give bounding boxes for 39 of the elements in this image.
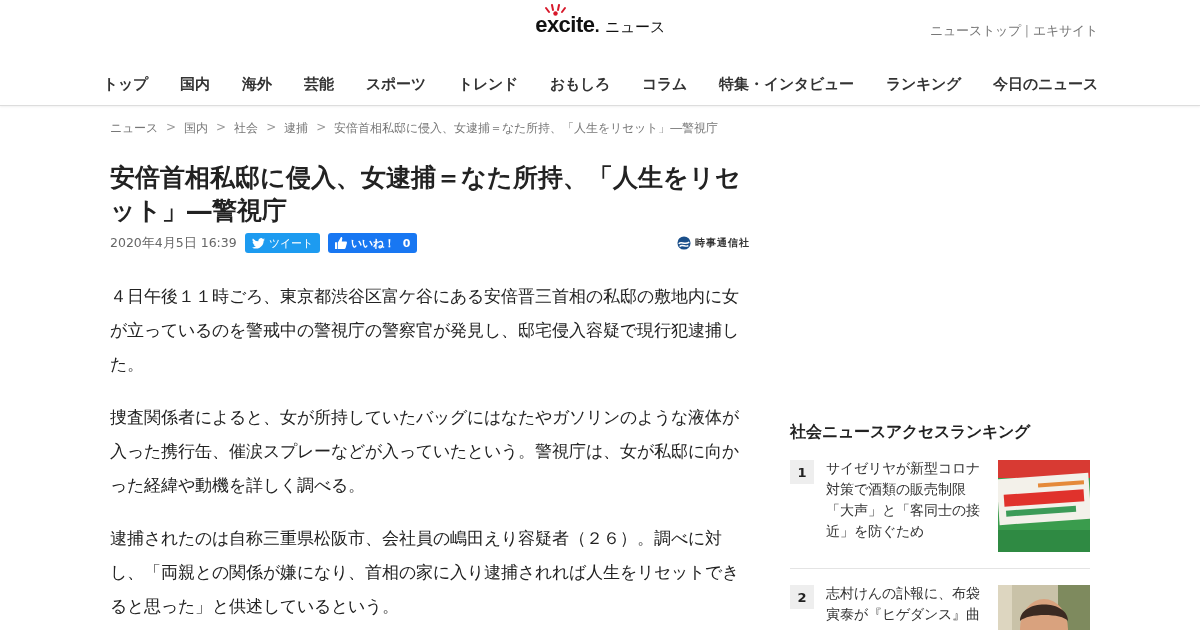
rank-number: 1 [790,460,814,484]
breadcrumb-separator: > [216,120,227,136]
nav-link[interactable]: トップ [102,75,148,94]
source-name: 時事通信社 [695,236,750,250]
article-paragraph: 捜査関係者によると、女が所持していたバッグにはなたやガソリンのような液体が入った携行缶、催涙スプレーなどが入っていたという。警視庁は、女が私邸に向かった経緯や動機を詳しく調べる。 [110,406,740,497]
nav-link[interactable]: 海外 [241,75,272,94]
breadcrumb-link[interactable]: ニュース [110,120,158,137]
article-paragraph: 逮捕されたのは自称三重県松阪市、会社員の嶋田えり容疑者（２６）。調べに対し、「両親との関係が嫌になり、首相の家に入り逮捕されれば人生をリセットできると思った」と供述しているという。 [110,527,740,618]
nav-link[interactable]: 国内 [179,75,210,94]
article-title: 安倍首相私邸に侵入、女逮捕＝なた所持、「人生をリセット」―警視庁 [110,162,742,227]
like-button[interactable]: いいね！ 0 [327,233,418,253]
link-separator: | [1024,23,1029,40]
rank-number: 2 [790,585,814,609]
breadcrumb-link[interactable]: 逮捕 [284,120,309,137]
nav-link[interactable]: おもしろ [549,75,610,94]
bird-icon [251,237,265,249]
thumbs-up-icon [334,237,347,249]
breadcrumb-separator: > [316,120,327,136]
article-paragraph: ４日午後１１時ごろ、東京都渋谷区富ケ谷にある安倍晋三首相の私邸の敷地内に女が立っているのを警戒中の警視庁の警察官が発見し、邸宅侵入容疑で現行犯逮捕した。 [110,285,740,376]
nav-link[interactable]: コラム [641,75,687,94]
sparkle-icon [543,4,568,16]
nav-link[interactable]: 特集・インタビュー [718,75,854,94]
agency-logo-icon [677,236,691,250]
ranking-link[interactable]: サイゼリヤが新型コロナ対策で酒類の販売制限「大声」と「客同士の接近」を防ぐため [826,458,986,542]
nav-link[interactable]: 芸能 [303,75,334,94]
site-logo[interactable]: excite. ニュース [535,4,665,38]
nav-link[interactable]: 今日のニュース [992,75,1098,94]
breadcrumb-link[interactable]: 国内 [184,120,209,137]
breadcrumb-link[interactable]: 社会 [234,120,259,137]
header-link[interactable]: エキサイト [1033,23,1098,40]
nav-link[interactable]: スポーツ [365,75,426,94]
nav-link[interactable]: トレンド [457,75,518,94]
breadcrumb-separator: > [266,120,277,136]
article-date: 2020年4月5日 16:39 [110,234,237,252]
breadcrumb-separator: > [166,120,177,136]
ranking-link[interactable]: 志村けんの訃報に、布袋寅泰が『ヒゲダンス』曲 [826,583,986,625]
ranking-heading: 社会ニュースアクセスランキング [790,422,1032,443]
header-link[interactable]: ニューストップ [929,23,1021,40]
nav-link[interactable]: ランキング [885,75,961,94]
